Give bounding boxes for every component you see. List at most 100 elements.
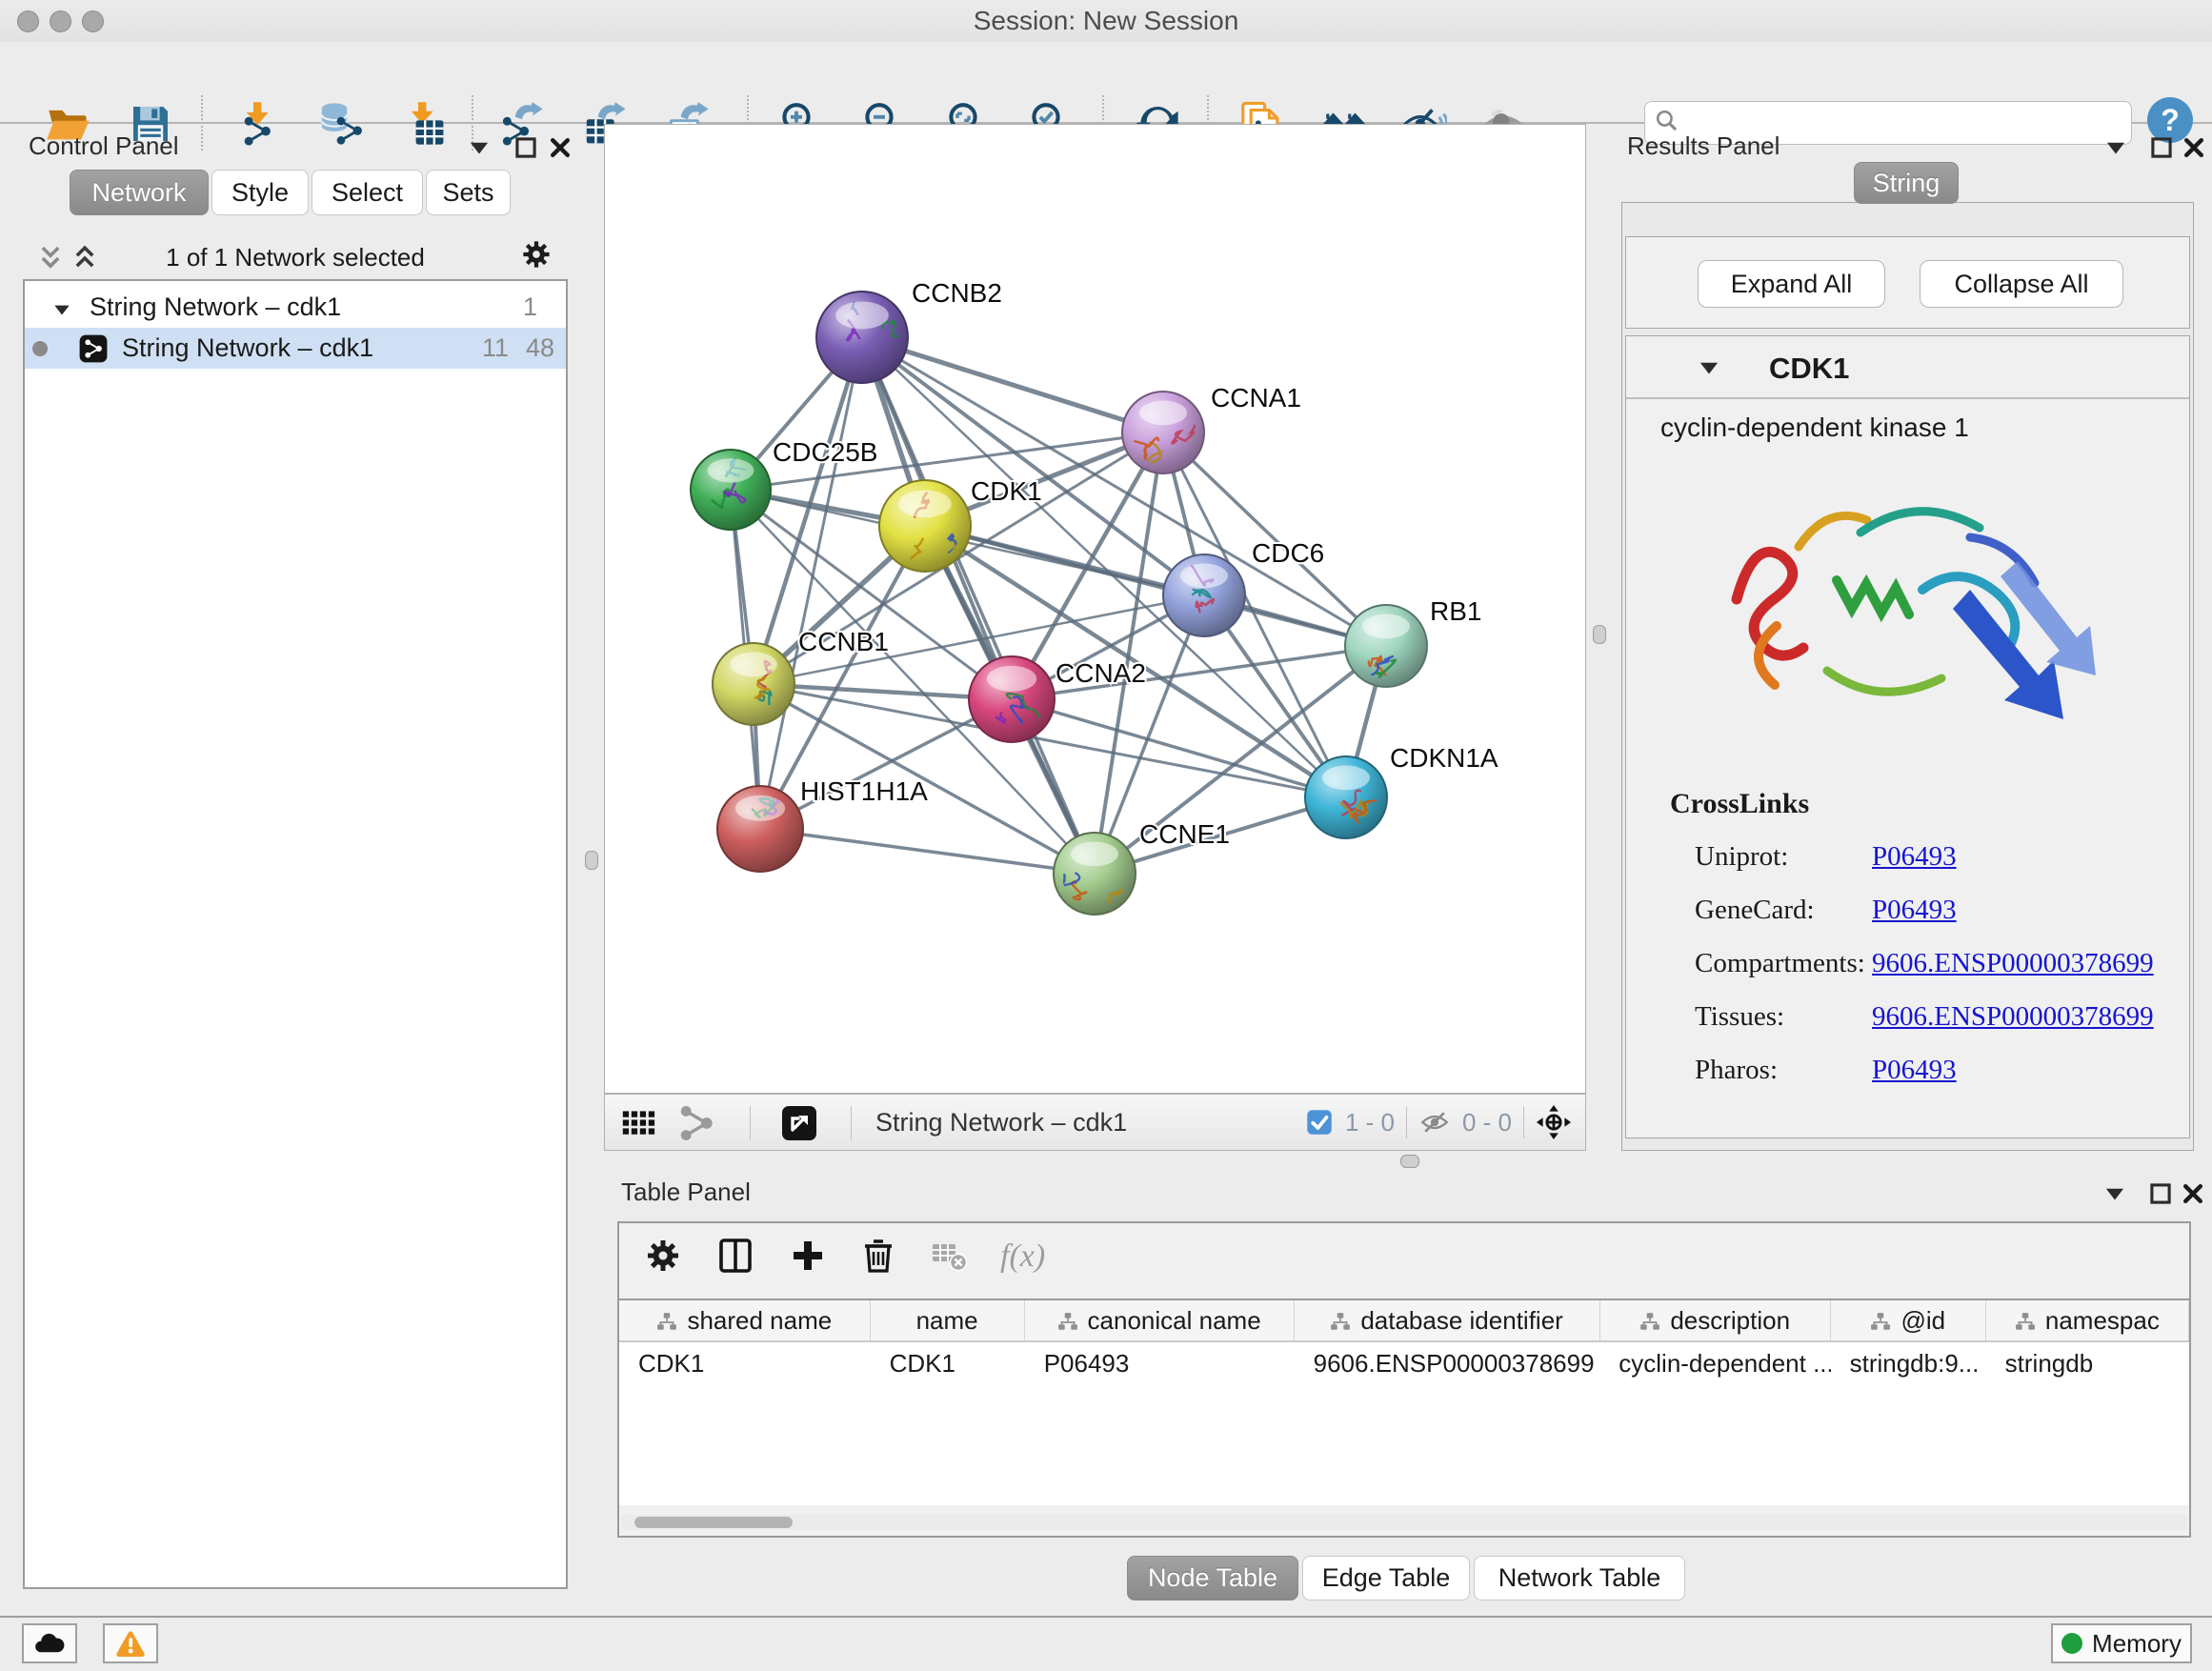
collapse-all-button[interactable]: Collapse All <box>1920 260 2123 308</box>
crosslink-value-link[interactable]: 9606.ENSP00000378699 <box>1872 948 2154 979</box>
collection-count: 1 <box>523 292 537 322</box>
column-header-sharedname[interactable]: shared name <box>619 1300 871 1340</box>
tab-string[interactable]: String <box>1854 162 1959 204</box>
column-label: namespac <box>2045 1306 2160 1336</box>
column-label: @id <box>1900 1306 1945 1336</box>
network-node-CCNB2[interactable] <box>816 292 909 383</box>
network-node-CCNA1[interactable] <box>1122 392 1204 473</box>
network-node-CDKN1A[interactable] <box>1305 756 1387 838</box>
expand-all-button[interactable]: Expand All <box>1698 260 1885 308</box>
column-header-description[interactable]: description <box>1600 1300 1831 1340</box>
network-view-toolbar: String Network – cdk1 1 - 0 0 - 0 <box>604 1094 1586 1151</box>
crosslink-value-link[interactable]: P06493 <box>1872 841 1957 873</box>
panel-close-icon[interactable] <box>2181 1181 2205 1206</box>
network-collection-row[interactable]: String Network – cdk1 1 <box>25 287 566 328</box>
network-node-RB1[interactable] <box>1345 605 1427 690</box>
panel-close-icon[interactable] <box>548 135 573 160</box>
table-row[interactable]: CDK1CDK1P064939606.ENSP00000378699cyclin… <box>619 1342 2189 1384</box>
panel-splitter-handle[interactable] <box>585 851 598 870</box>
table-cell[interactable]: 9606.ENSP00000378699 <box>1295 1342 1600 1384</box>
detach-view-icon[interactable] <box>780 1104 818 1142</box>
panel-float-icon[interactable] <box>2149 135 2174 160</box>
network-canvas[interactable]: CCNB2CCNA1CDC25BCDK1CDC6RB1CCNB1CCNA2CDK… <box>604 124 1586 1094</box>
hidden-eye-icon[interactable] <box>1418 1108 1451 1137</box>
crosslink-value-link[interactable]: P06493 <box>1872 1055 1957 1086</box>
entry-collapse-icon[interactable] <box>1697 355 1721 380</box>
grid-view-icon[interactable] <box>621 1106 655 1140</box>
collapse-all-icon[interactable] <box>36 244 65 272</box>
cloud-icon <box>33 1631 66 1656</box>
panel-close-icon[interactable] <box>2182 135 2206 160</box>
tree-expand-icon[interactable] <box>51 297 72 318</box>
node-count: 11 <box>482 333 509 363</box>
column-type-icon <box>1330 1310 1351 1331</box>
tab-network[interactable]: Network <box>70 170 209 215</box>
node-label-CCNB1: CCNB1 <box>798 627 889 656</box>
tab-node-table[interactable]: Node Table <box>1127 1556 1298 1601</box>
column-header-canonicalname[interactable]: canonical name <box>1025 1300 1295 1340</box>
network-node-CDC6[interactable] <box>1163 554 1245 636</box>
tab-sets[interactable]: Sets <box>426 170 511 215</box>
column-header-databaseidentifier[interactable]: database identifier <box>1295 1300 1600 1340</box>
panel-collapse-icon[interactable] <box>2102 1181 2127 1206</box>
node-label-HIST1H1A: HIST1H1A <box>800 776 928 806</box>
tab-select[interactable]: Select <box>312 170 423 215</box>
column-type-icon <box>656 1310 677 1331</box>
cloud-button[interactable] <box>22 1623 77 1663</box>
network-node-CCNA2[interactable] <box>969 656 1055 742</box>
table-cell[interactable]: CDK1 <box>871 1342 1025 1384</box>
crosslink-row: Tissues:9606.ENSP00000378699 <box>1695 990 2189 1043</box>
warning-button[interactable] <box>103 1623 158 1663</box>
memory-button[interactable]: Memory <box>2051 1623 2192 1663</box>
selected-checkbox-icon[interactable] <box>1305 1108 1334 1137</box>
show-columns-icon[interactable] <box>716 1237 754 1275</box>
node-table: shared name name canonical name database id… <box>619 1299 2189 1505</box>
panel-collapse-icon[interactable] <box>467 135 492 160</box>
column-header-namespac[interactable]: namespac <box>1986 1300 2189 1340</box>
table-cell[interactable]: CDK1 <box>619 1342 871 1384</box>
network-selection-status: 1 of 1 Network selected <box>143 243 448 272</box>
panel-collapse-icon[interactable] <box>2103 135 2128 160</box>
network-view-icon[interactable] <box>679 1106 714 1140</box>
crosslink-value-link[interactable]: 9606.ENSP00000378699 <box>1872 1001 2154 1033</box>
tab-edge-table[interactable]: Edge Table <box>1302 1556 1470 1601</box>
table-cell[interactable]: P06493 <box>1025 1342 1295 1384</box>
node-label-RB1: RB1 <box>1430 596 1481 626</box>
network-node-HIST1H1A[interactable] <box>717 786 803 872</box>
delete-column-icon[interactable] <box>859 1237 897 1275</box>
scrollbar-thumb[interactable] <box>634 1517 793 1528</box>
node-label-CCNA1: CCNA1 <box>1211 383 1301 413</box>
network-options-gear-icon[interactable] <box>520 238 553 271</box>
entry-description: cyclin-dependent kinase 1 <box>1660 413 2189 443</box>
memory-status-dot <box>2061 1633 2082 1654</box>
column-label: name <box>916 1306 978 1336</box>
panel-float-icon[interactable] <box>513 135 538 160</box>
table-cell[interactable]: stringdb:9... <box>1831 1342 1986 1384</box>
table-hscrollbar[interactable] <box>621 1515 2187 1530</box>
tab-style[interactable]: Style <box>211 170 309 215</box>
network-node-CCNB1[interactable] <box>713 643 794 725</box>
node-label-CDC25B: CDC25B <box>773 437 877 467</box>
node-label-CCNB2: CCNB2 <box>912 278 1002 308</box>
column-label: database identifier <box>1360 1306 1562 1336</box>
network-node-CDK1[interactable] <box>879 480 971 572</box>
network-row[interactable]: String Network – cdk1 11 48 <box>25 328 566 369</box>
table-gear-icon[interactable] <box>644 1237 682 1275</box>
birdseye-crosshair-icon[interactable] <box>1536 1104 1572 1140</box>
tab-network-table[interactable]: Network Table <box>1474 1556 1685 1601</box>
network-label: String Network – cdk1 <box>122 333 373 363</box>
cdk1-entry-header[interactable]: CDK1 <box>1626 336 2189 399</box>
warning-icon <box>115 1629 146 1658</box>
column-header-name[interactable]: name <box>871 1300 1025 1340</box>
add-column-icon[interactable] <box>789 1237 827 1275</box>
panel-float-icon[interactable] <box>2148 1181 2173 1206</box>
crosslink-label: Tissues: <box>1695 1001 1872 1033</box>
crosslink-row: Uniprot:P06493 <box>1695 830 2189 883</box>
network-node-CCNE1[interactable] <box>1054 833 1136 915</box>
crosslink-value-link[interactable]: P06493 <box>1872 895 1957 926</box>
network-node-CDC25B[interactable] <box>691 450 771 530</box>
column-header-id[interactable]: @id <box>1831 1300 1986 1340</box>
expand-all-icon[interactable] <box>70 244 99 272</box>
table-cell[interactable]: cyclin-dependent ... <box>1599 1342 1830 1384</box>
table-cell[interactable]: stringdb <box>1986 1342 2189 1384</box>
